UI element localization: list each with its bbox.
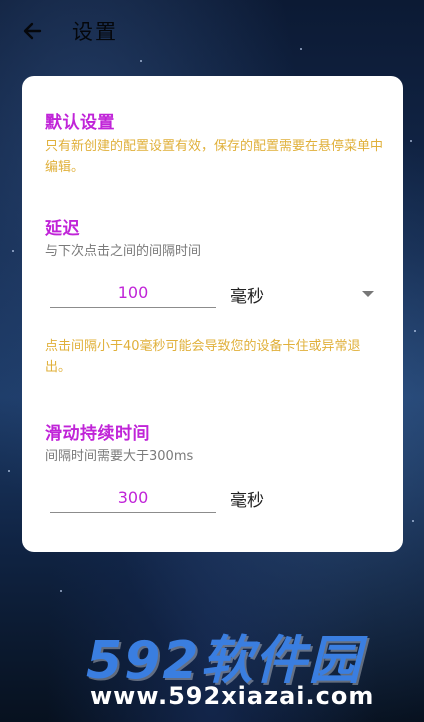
delay-warning: 点击间隔小于40毫秒可能会导致您的设备卡住或异常退出。	[45, 339, 361, 375]
star-decoration	[412, 520, 414, 522]
delay-subtitle: 与下次点击之间的间隔时间	[45, 244, 202, 259]
default-settings-title: 默认设置	[45, 113, 115, 133]
back-button[interactable]	[20, 18, 46, 44]
star-decoration	[60, 590, 62, 592]
watermark-url: www.592xiazai.com	[90, 682, 375, 710]
watermark: 592软件园 www.592xiazai.com	[80, 614, 424, 722]
arrow-left-icon	[23, 22, 42, 40]
settings-card: 默认设置 只有新创建的配置设置有效，保存的配置需要在悬停菜单中编辑。 延迟 与下…	[22, 76, 403, 552]
star-decoration	[12, 250, 14, 252]
dropdown-arrow-icon	[362, 291, 374, 297]
star-decoration	[414, 330, 416, 332]
app-bar: 设置	[0, 0, 424, 62]
star-decoration	[410, 140, 412, 142]
delay-input[interactable]: 100	[50, 281, 216, 308]
swipe-duration-subtitle: 间隔时间需要大于300ms	[45, 449, 194, 464]
swipe-duration-input[interactable]: 300	[50, 486, 216, 513]
page-title: 设置	[72, 20, 118, 44]
default-settings-description: 只有新创建的配置设置有效，保存的配置需要在悬停菜单中编辑。	[45, 139, 384, 175]
star-decoration	[8, 470, 10, 472]
swipe-duration-title: 滑动持续时间	[45, 424, 150, 444]
swipe-duration-unit-label: 毫秒	[230, 491, 264, 511]
delay-unit-label: 毫秒	[230, 287, 264, 307]
delay-title: 延迟	[45, 219, 80, 239]
delay-unit-select[interactable]: 毫秒	[222, 276, 382, 312]
